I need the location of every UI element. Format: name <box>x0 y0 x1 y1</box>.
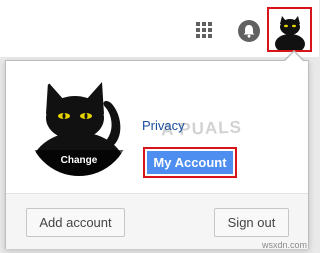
privacy-link[interactable]: Privacy <box>142 118 185 133</box>
site-watermark: wsxdn.com <box>262 240 308 250</box>
my-account-button-label: My Account <box>147 151 233 174</box>
profile-photo[interactable]: Change <box>28 74 130 176</box>
black-cat-avatar-icon <box>275 16 305 50</box>
sign-out-button[interactable]: Sign out <box>214 208 289 237</box>
notifications-bell-icon[interactable] <box>238 20 260 42</box>
popup-caret-fill <box>285 52 303 61</box>
add-account-button[interactable]: Add account <box>26 208 125 237</box>
account-popup: Change A PUALS Privacy My Account Add ac… <box>5 60 309 249</box>
account-avatar-button[interactable] <box>267 7 312 52</box>
apps-grid-icon[interactable] <box>196 22 213 39</box>
change-photo-label[interactable]: Change <box>28 150 130 176</box>
top-bar <box>0 0 319 57</box>
my-account-button[interactable]: My Account <box>143 147 237 178</box>
